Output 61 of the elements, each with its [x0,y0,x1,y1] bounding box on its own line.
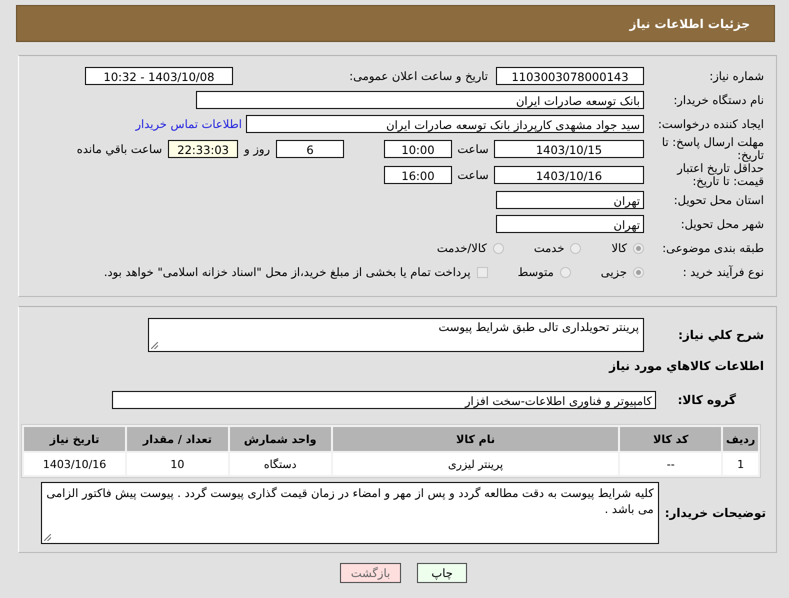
page-title: جزئیات اطلاعات نیاز [629,16,750,30]
table-cell: 1403/10/16 [24,453,126,475]
option-label: کالا [611,241,627,255]
goods-group-field[interactable]: کامپیوتر و فناوری اطلاعات-سخت افزار [112,391,656,409]
column-header: تعداد / مقدار [127,427,228,451]
deadline-time-field[interactable]: 10:00 [384,140,452,158]
field-label: ایجاد کننده درخواست: [657,117,765,131]
need-number-field[interactable]: 1103003078000143 [496,67,644,85]
table-cell: دستگاه [230,453,331,475]
validity-date-field[interactable]: 1403/10/16 [494,166,644,184]
table-cell: 1 [723,453,758,475]
radio-button[interactable] [560,266,571,278]
time-label: ساعت [456,142,490,156]
days-label: روز و [242,142,271,156]
column-header: تاریخ نیاز [24,427,126,451]
section-heading: اطلاعات كالاهاي مورد نياز [609,359,765,373]
column-header: ردیف [723,427,758,451]
column-header: نام کالا [332,427,618,451]
field-label: شرح كلي نياز: [677,328,765,342]
time-label: ساعت [456,168,490,182]
field-label: طبقه بندی موضوعی: [661,241,765,255]
option-label: جزیی [600,265,627,279]
field-label: استان محل تحویل: [672,193,765,207]
description-textarea[interactable]: پرینتر تحویلداری تالی طبق شرایط پیوست [148,318,644,352]
option-label: متوسط [518,265,554,279]
days-field[interactable]: 6 [276,140,344,158]
buyer-org-field[interactable]: بانک توسعه صادرات ایران [196,91,644,109]
deadline-date-field[interactable]: 1403/10/15 [494,140,644,158]
requester-field[interactable]: سید جواد مشهدی کارپرداز بانک توسعه صادرات ایران [246,115,644,133]
validity-time-field[interactable]: 16:00 [384,166,452,184]
contact-link[interactable]: اطلاعات تماس خریدار [135,117,242,131]
field-label: گروه کالا: [676,393,737,407]
field-label: نام دستگاه خریدار: [672,93,765,107]
table-cell: پرینتر لیزری [332,453,618,475]
field-label: تاریخ و ساعت اعلان عمومی: [348,69,489,83]
table-cell: 10 [127,453,228,475]
checkbox[interactable] [476,266,488,278]
option-label: خدمت [534,241,564,255]
remaining-label: ساعت باقي مانده [76,142,164,156]
field-label: مهلت ارسال پاسخ: تا تاریخ: [660,136,765,162]
radio-button[interactable] [570,242,582,254]
option-label: کالا/خدمت [436,241,487,255]
remaining-time-field[interactable]: 22:33:03 [168,140,238,158]
field-label: حداقل تاریخ اعتبار قیمت: تا تاریخ: [676,162,765,188]
table-cell: -- [620,453,722,475]
field-label: شماره نیاز: [708,69,765,83]
field-label: شهر محل تحویل: [680,217,765,231]
radio-button[interactable] [492,242,504,254]
radio-button[interactable] [633,242,644,254]
announce-date-field[interactable]: 1403/10/08 - 10:32 [85,67,233,85]
field-label: توضیحات خریدار: [664,506,767,520]
column-header: واحد شمارش [230,427,331,451]
buyer-notes-textarea[interactable]: کلیه شرایط پیوست به دقت مطالعه گردد و پس از مهر و امضاء در زمان قیمت گذاری پیوست گردد . پیوست پیش فاکتور الزامی می باشد . [40,482,659,544]
option-label: پرداخت تمام یا بخشی از مبلغ خرید،از محل "اسناد خزانه اسلامی" خواهد بود. [104,265,471,279]
radio-button[interactable] [633,266,644,278]
back-button[interactable]: بازگشت [340,563,402,583]
field-label: نوع فرآیند خرید : [682,265,765,279]
city-field[interactable]: تهران [496,215,644,233]
province-field[interactable]: تهران [496,191,644,209]
print-button[interactable]: چاپ [417,563,468,583]
column-header: کد کالا [620,427,722,451]
